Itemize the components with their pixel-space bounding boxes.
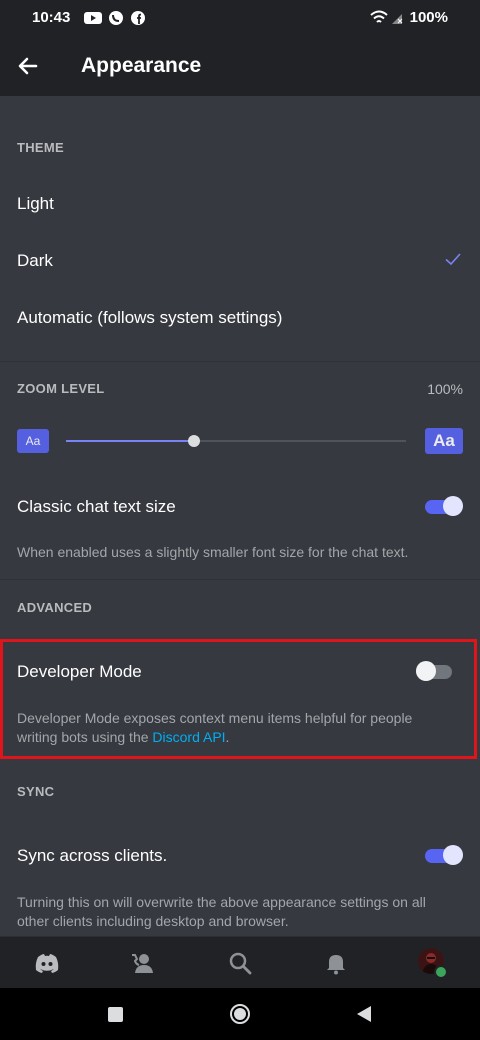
developer-mode-description: Developer Mode exposes context menu item… — [17, 709, 437, 747]
sync-description: Turning this on will overwrite the above… — [17, 894, 426, 929]
app-bar: Appearance — [0, 36, 480, 96]
advanced-section-header: ADVANCED — [17, 600, 93, 615]
page-title: Appearance — [81, 54, 202, 77]
home-icon[interactable] — [229, 1003, 251, 1025]
classic-chat-description: When enabled uses a slightly smaller fon… — [17, 544, 409, 560]
description-suffix: . — [225, 729, 230, 745]
discord-home-icon[interactable] — [33, 949, 61, 977]
toggle-knob — [416, 661, 436, 681]
friends-icon[interactable] — [129, 949, 157, 977]
status-bar: 10:43 100% — [0, 0, 480, 36]
toggle-knob — [443, 845, 463, 865]
zoom-slider-thumb[interactable] — [187, 435, 200, 447]
divider — [0, 361, 480, 362]
zoom-slider[interactable] — [66, 435, 406, 447]
youtube-icon — [84, 12, 102, 24]
notifications-bell-icon[interactable] — [322, 949, 350, 977]
signal-icon — [392, 14, 403, 24]
zoom-increase-button[interactable]: Aa — [425, 428, 463, 454]
system-status-icons — [370, 9, 404, 27]
developer-mode-label: Developer Mode — [17, 662, 142, 681]
back-triangle-icon[interactable] — [355, 1005, 372, 1023]
zoom-section-header: ZOOM LEVEL — [17, 381, 105, 396]
toggle-knob — [443, 496, 463, 516]
sync-across-clients-label: Sync across clients. — [17, 846, 168, 865]
classic-chat-label: Classic chat text size — [17, 497, 176, 516]
zoom-decrease-button[interactable]: Aa — [17, 429, 49, 453]
zoom-value: 100% — [427, 381, 463, 397]
classic-chat-toggle[interactable] — [425, 495, 463, 516]
theme-option-automatic[interactable]: Automatic (follows system settings) — [17, 308, 282, 328]
recent-apps-icon[interactable] — [107, 1006, 124, 1023]
theme-option-dark[interactable]: Dark — [17, 251, 53, 271]
wifi-icon — [370, 10, 388, 23]
battery-level: 100% — [409, 9, 448, 26]
system-navigation-bar — [0, 988, 480, 1040]
developer-mode-toggle[interactable] — [416, 660, 454, 681]
facebook-icon — [131, 11, 145, 25]
search-icon[interactable] — [226, 949, 254, 977]
theme-section-header: THEME — [17, 140, 64, 155]
notification-icons — [84, 10, 146, 26]
theme-option-light[interactable]: Light — [17, 194, 54, 214]
whatsapp-icon — [109, 11, 123, 25]
bottom-navigation — [0, 936, 480, 989]
sync-toggle[interactable] — [425, 844, 463, 865]
divider — [0, 579, 480, 580]
back-arrow-icon[interactable] — [14, 52, 42, 80]
discord-api-link[interactable]: Discord API — [152, 729, 225, 745]
zoom-slider-fill — [66, 440, 194, 442]
checkmark-icon — [445, 253, 461, 266]
status-time: 10:43 — [32, 9, 71, 26]
sync-section-header: SYNC — [17, 784, 55, 799]
online-status-indicator — [434, 965, 448, 979]
